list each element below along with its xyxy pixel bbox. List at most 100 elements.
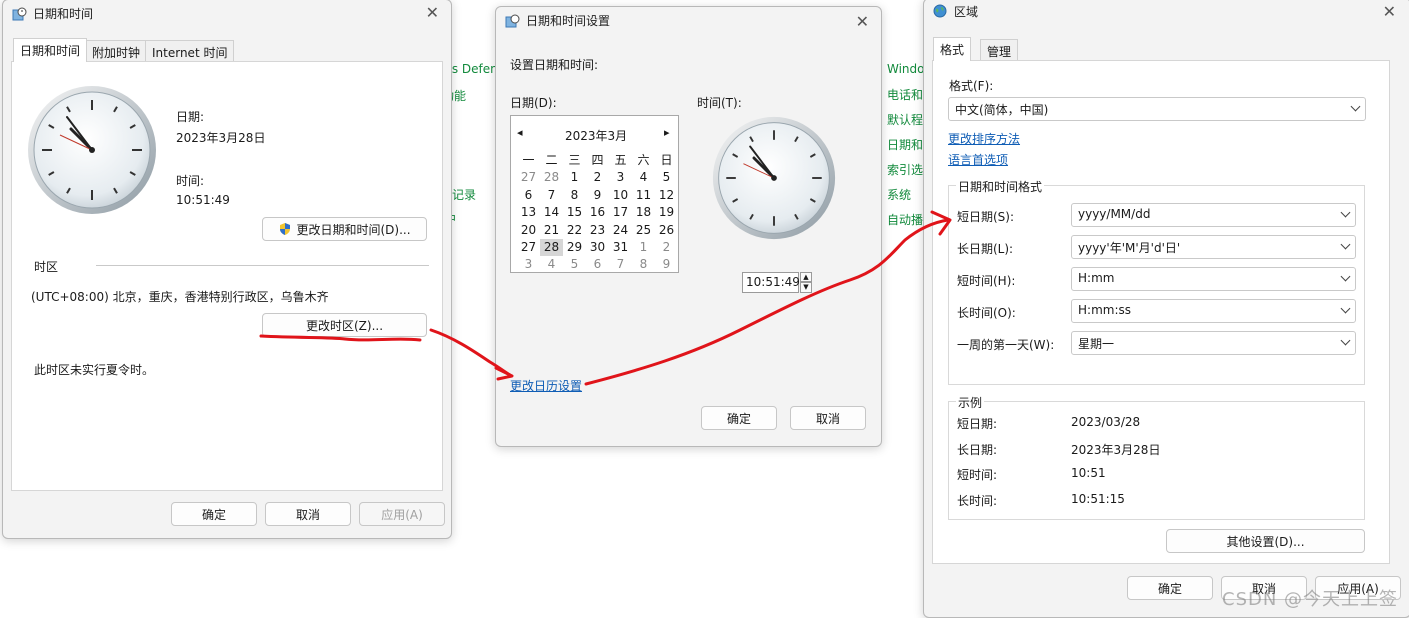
calendar-day[interactable]: 30 <box>586 239 609 256</box>
tab-administrative[interactable]: 管理 <box>980 39 1019 61</box>
apply-button[interactable]: 应用(A) <box>359 502 445 526</box>
calendar-week-row: 6 7 8 9 10 11 12 <box>517 187 678 204</box>
date-label: 日期(D): <box>510 96 557 110</box>
calendar-day[interactable]: 5 <box>563 256 586 273</box>
change-calendar-link[interactable]: 更改日历设置 <box>510 377 582 394</box>
calendar-day[interactable]: 14 <box>540 204 563 221</box>
other-settings-button[interactable]: 其他设置(D)... <box>1166 529 1365 553</box>
calendar-week-row: 27 28 1 2 3 4 5 <box>517 169 678 186</box>
weekday-header-row: 一二三四五六日 <box>517 152 678 169</box>
calendar-day[interactable]: 2 <box>655 239 678 256</box>
calendar-day[interactable]: 29 <box>563 239 586 256</box>
change-datetime-button[interactable]: 更改日期和时间(D)... <box>262 217 427 241</box>
ok-button[interactable]: 确定 <box>171 502 257 526</box>
cancel-button[interactable]: 取消 <box>265 502 351 526</box>
examples-group: 示例 短日期: 2023/03/28 长日期: 2023年3月28日 短时间: 10:51… <box>948 394 1365 520</box>
calendar-grid: 一二三四五六日 27 28 1 2 3 4 5 6 7 8 9 10 11 12 13 14 15 16 17 18 1… <box>517 152 678 274</box>
format-field-value: yyyy'年'M'月'd'日' <box>1078 241 1181 255</box>
calendar-day[interactable]: 15 <box>563 204 586 221</box>
tab-internet-time[interactable]: Internet 时间 <box>145 40 235 62</box>
tab-additional-clocks[interactable]: 附加时钟 <box>85 40 148 62</box>
calendar-day[interactable]: 21 <box>540 222 563 239</box>
calendar-day[interactable]: 26 <box>655 222 678 239</box>
calendar-day[interactable]: 27 <box>517 239 540 256</box>
calendar-day[interactable]: 20 <box>517 222 540 239</box>
change-timezone-button[interactable]: 更改时区(Z)... <box>262 313 427 337</box>
calendar-day[interactable]: 7 <box>609 256 632 273</box>
calendar-day[interactable]: 28 <box>540 238 563 257</box>
time-input[interactable]: 10:51:49 <box>742 272 800 293</box>
calendar-day[interactable]: 6 <box>586 256 609 273</box>
calendar-day[interactable]: 11 <box>632 187 655 204</box>
format-field-dropdown[interactable]: H:mm:ss <box>1071 299 1356 323</box>
calendar-day[interactable]: 31 <box>609 239 632 256</box>
calendar-week-row: 3456789 <box>517 256 678 273</box>
calendar-day[interactable]: 22 <box>563 222 586 239</box>
bg-link[interactable]: 系统 <box>887 186 911 203</box>
format-dropdown[interactable]: 中文(简体，中国) <box>948 97 1366 121</box>
date-time-window: 日期和时间 ✕ 日期和时间 附加时钟 Internet 时间 日期: 2023年… <box>2 0 452 539</box>
close-icon[interactable]: ✕ <box>1383 2 1396 21</box>
calendar-day[interactable]: 9 <box>586 187 609 204</box>
calendar-week-row: 20 21 22 23 24 25 26 <box>517 222 678 239</box>
bg-link[interactable]: 索引选 <box>887 161 923 178</box>
time-spin-down[interactable]: ▼ <box>800 282 812 293</box>
calendar-day[interactable]: 23 <box>586 222 609 239</box>
title-bar: 日期和时间设置 ✕ <box>496 7 881 35</box>
ok-button[interactable]: 确定 <box>1127 576 1213 600</box>
language-preferences-link[interactable]: 语言首选项 <box>948 151 1008 168</box>
calendar-day[interactable]: 8 <box>563 187 586 204</box>
calendar-day[interactable]: 6 <box>517 187 540 204</box>
format-field-dropdown[interactable]: H:mm <box>1071 267 1356 291</box>
close-icon[interactable]: ✕ <box>426 3 439 22</box>
bg-link[interactable]: 默认程 <box>887 111 923 128</box>
calendar-day[interactable]: 12 <box>655 187 678 204</box>
calendar-day[interactable]: 4 <box>632 169 655 186</box>
calendar-day[interactable]: 7 <box>540 187 563 204</box>
time-spin-up[interactable]: ▲ <box>800 272 812 282</box>
ok-button[interactable]: 确定 <box>701 406 777 430</box>
calendar-day[interactable]: 16 <box>586 204 609 221</box>
calendar-day[interactable]: 8 <box>632 256 655 273</box>
bg-link[interactable]: 自动播 <box>887 211 923 228</box>
change-datetime-label: 更改日期和时间(D)... <box>296 222 411 237</box>
calendar-day[interactable]: 3 <box>517 256 540 273</box>
format-field-dropdown[interactable]: 星期一 <box>1071 331 1356 355</box>
calendar-day[interactable]: 9 <box>655 256 678 273</box>
window-title: 区域 <box>954 5 979 19</box>
bg-link[interactable]: 日期和 <box>887 136 923 153</box>
region-window: 区域 ✕ 格式 管理 格式(F): 中文(简体，中国) 更改排序方法 语言首选项… <box>923 0 1409 618</box>
chevron-down-icon <box>1340 271 1351 282</box>
calendar-day[interactable]: 4 <box>540 256 563 273</box>
tab-date-time[interactable]: 日期和时间 <box>13 38 88 62</box>
weekday-header: 三 <box>568 153 581 167</box>
calendar-day[interactable]: 1 <box>563 169 586 186</box>
calendar-day[interactable]: 10 <box>609 187 632 204</box>
calendar-day[interactable]: 27 <box>517 169 540 186</box>
bg-link[interactable]: 电话和 <box>887 86 923 103</box>
calendar-day[interactable]: 3 <box>609 169 632 186</box>
calendar-day[interactable]: 19 <box>655 204 678 221</box>
example-value: 10:51 <box>1071 466 1106 480</box>
format-field-value: H:mm <box>1078 271 1115 285</box>
calendar-day[interactable]: 24 <box>609 222 632 239</box>
cancel-button[interactable]: 取消 <box>790 406 866 430</box>
calendar-day[interactable]: 5 <box>655 169 678 186</box>
calendar-day[interactable]: 2 <box>586 169 609 186</box>
sort-method-link[interactable]: 更改排序方法 <box>948 130 1020 147</box>
bg-link[interactable]: Windo <box>887 62 925 76</box>
next-month-button[interactable]: ▸ <box>664 126 670 139</box>
prev-month-button[interactable]: ◂ <box>517 126 523 139</box>
format-value: 中文(简体，中国) <box>955 103 1049 117</box>
calendar-day[interactable]: 28 <box>540 169 563 186</box>
calendar-day[interactable]: 18 <box>632 204 655 221</box>
calendar-day[interactable]: 1 <box>632 239 655 256</box>
calendar-day[interactable]: 25 <box>632 222 655 239</box>
close-icon[interactable]: ✕ <box>856 12 869 31</box>
calendar-day[interactable]: 13 <box>517 204 540 221</box>
tab-formats[interactable]: 格式 <box>933 37 972 61</box>
format-field-dropdown[interactable]: yyyy/MM/dd <box>1071 203 1356 227</box>
calendar-day[interactable]: 17 <box>609 204 632 221</box>
format-field-dropdown[interactable]: yyyy'年'M'月'd'日' <box>1071 235 1356 259</box>
calendar-month-label[interactable]: 2023年3月 <box>565 127 627 144</box>
